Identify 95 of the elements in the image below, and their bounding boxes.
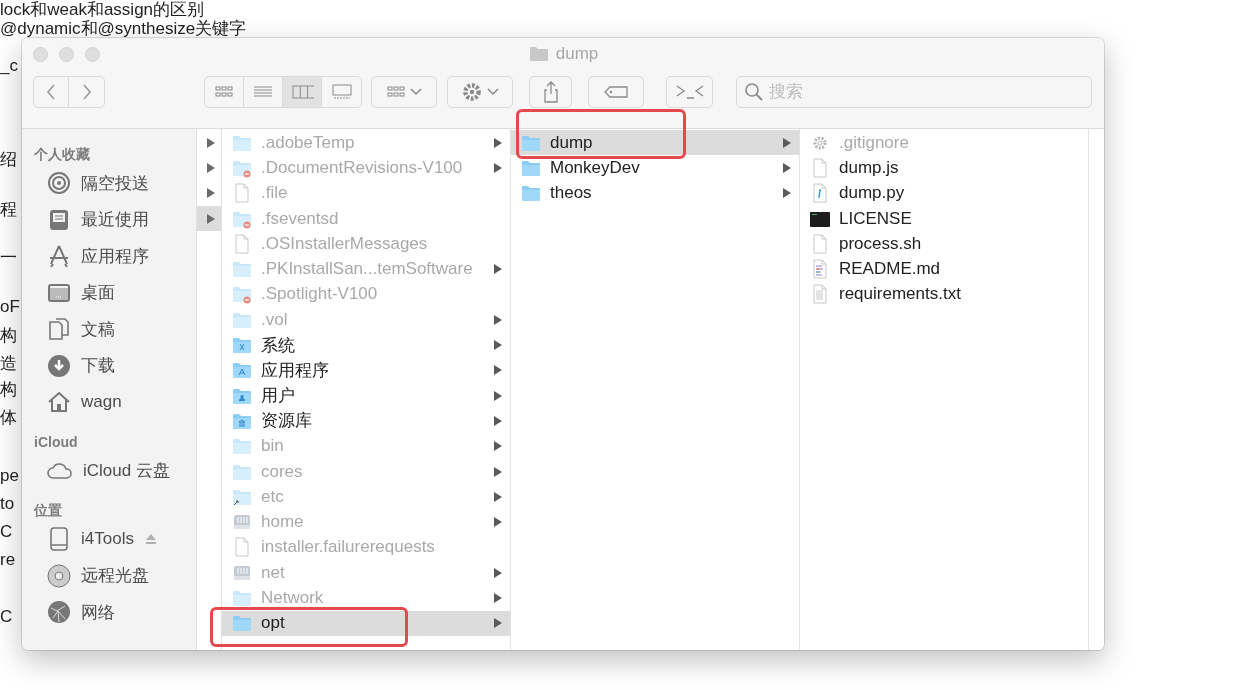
document-text: 构 (0, 326, 17, 345)
document-text: 绍 (0, 150, 17, 169)
drive-icon (47, 527, 71, 552)
folder-icon (232, 436, 252, 457)
file-row[interactable]: LICENSE (800, 205, 1088, 232)
gallery-view-icon (331, 82, 352, 102)
documents-icon (47, 317, 71, 342)
tray-icon (47, 207, 71, 232)
close-button[interactable] (33, 46, 48, 62)
sidebar-item[interactable]: 网络 (22, 594, 196, 631)
file-row[interactable]: 用户 (222, 382, 510, 409)
document-icon (810, 157, 830, 178)
restricted-folder-icon (232, 284, 252, 305)
folder-icon (232, 588, 252, 608)
apps-folder-icon (232, 360, 252, 381)
globe-icon (47, 600, 71, 625)
chevron-right-icon (80, 82, 93, 102)
group-button[interactable] (371, 76, 437, 108)
document-text: _c (0, 56, 18, 75)
document-text: oF (0, 297, 20, 316)
action-button[interactable] (447, 76, 513, 108)
sidebar-item[interactable]: wagn (22, 384, 196, 421)
sidebar-item[interactable]: iCloud 云盘 (22, 452, 196, 489)
disclosure-arrow-icon (207, 188, 215, 199)
file-row[interactable]: process.sh (800, 231, 1088, 257)
previous-column-row[interactable] (197, 205, 221, 232)
document-text: re (0, 550, 16, 569)
chevron-left-icon (45, 82, 57, 102)
document-text: C (0, 607, 13, 626)
sidebar-item[interactable]: 桌面 (22, 274, 196, 311)
home-icon (47, 390, 71, 415)
document-text: 一 (0, 248, 17, 267)
document-text: 构 (0, 380, 17, 399)
disc-icon (47, 563, 71, 588)
folder-icon (521, 183, 541, 204)
sidebar-heading: 位置 (33, 501, 63, 520)
search-icon (744, 82, 764, 102)
sidebar-item[interactable]: 应用程序 (22, 238, 196, 275)
terminal-button[interactable] (666, 76, 713, 108)
document-text: lock和weak和assign的区别 (0, 0, 205, 19)
sidebar-heading: iCloud (33, 432, 79, 452)
file-row[interactable]: MonkeyDev (511, 155, 799, 181)
file-row[interactable]: README.md (800, 256, 1088, 282)
file-row[interactable]: theos (511, 180, 799, 206)
script-document-icon (810, 183, 830, 204)
disclosure-arrow-icon (207, 137, 215, 148)
search-field[interactable]: 搜索 (736, 76, 1092, 108)
sidebar-item[interactable]: 远程光盘 (22, 557, 196, 594)
eject-icon[interactable] (143, 532, 158, 547)
file-row[interactable]: 资源库 (222, 408, 510, 434)
folder-icon (527, 44, 550, 64)
file-row[interactable]: 系统 (222, 332, 510, 358)
app-store-icon (47, 244, 71, 269)
sidebar-heading: 个人收藏 (33, 145, 91, 164)
share-button[interactable] (529, 76, 572, 108)
tag-button[interactable] (588, 76, 644, 108)
system-folder-icon (232, 335, 252, 355)
sidebar-item[interactable]: 隔空投送 (22, 165, 196, 202)
zoom-button[interactable] (85, 46, 100, 62)
minimize-button[interactable] (59, 46, 74, 62)
document-icon (810, 233, 830, 254)
caret-icon (487, 87, 499, 97)
file-row[interactable]: opt (222, 610, 510, 636)
document-text: pe (0, 466, 19, 485)
file-row[interactable]: requirements.txt (800, 281, 1088, 308)
file-row[interactable]: dump (511, 130, 799, 156)
disclosure-arrow-icon (207, 213, 215, 224)
folder-icon (232, 613, 252, 634)
download-icon (47, 353, 71, 378)
view-mode-button[interactable] (283, 77, 322, 107)
sidebar-item[interactable]: 文稿 (22, 311, 196, 348)
folder-icon (232, 259, 252, 280)
document-text: 体 (0, 408, 17, 427)
sidebar-item[interactable]: i4Tools (22, 521, 196, 558)
text-document-icon (810, 284, 830, 305)
text-document-icon (810, 259, 830, 280)
document-icon (232, 233, 252, 254)
caret-icon (410, 87, 422, 97)
sidebar-item[interactable]: 下载 (22, 347, 196, 384)
document-text: @dynamic和@synthesize关键字 (0, 19, 247, 38)
document-text: to (0, 494, 15, 513)
column-view-icon (290, 82, 314, 102)
document-text: 程 (0, 200, 17, 219)
file-row[interactable]: dump.py (800, 180, 1088, 206)
document-icon (232, 537, 252, 558)
sidebar-item[interactable]: 最近使用 (22, 201, 196, 238)
airdrop-icon (47, 171, 71, 196)
file-row[interactable]: 应用程序 (222, 357, 510, 383)
window-title: dump (555, 44, 599, 64)
document-text: 造 (0, 354, 17, 373)
file-row[interactable]: dump.js (800, 155, 1088, 181)
document-icon (232, 183, 252, 204)
gear-icon (461, 81, 483, 103)
document-text: C (0, 522, 13, 541)
disclosure-arrow-icon (207, 162, 215, 173)
